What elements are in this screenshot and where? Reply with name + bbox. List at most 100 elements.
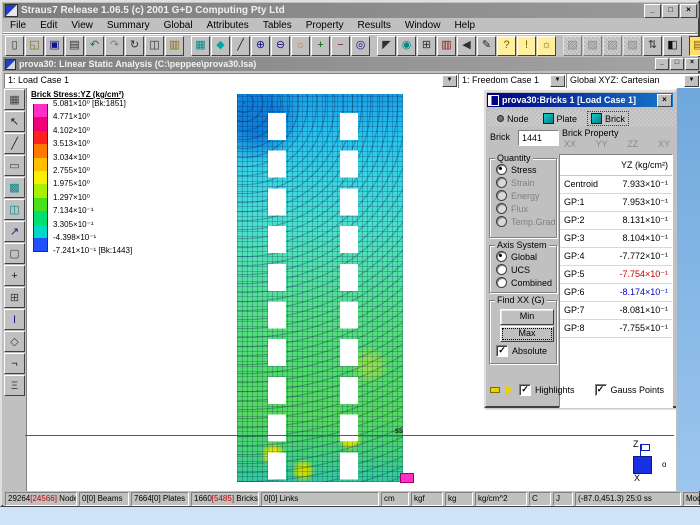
dynamic-view-icon[interactable]: ◀ (457, 36, 476, 56)
rotate-model-icon[interactable]: ◉ (397, 36, 416, 56)
bulb-icon[interactable]: ☼ (537, 36, 556, 56)
legend-value-label: 2.755×10⁰ (53, 166, 90, 176)
properties-tool[interactable]: ⊞ (4, 287, 25, 308)
result-axis-combo[interactable]: Global XYZ: Cartesian ▼ (566, 73, 700, 89)
attach-tool[interactable]: ↗ (4, 221, 25, 242)
line-tool[interactable]: ╱ (4, 133, 25, 154)
wireframe-view-icon[interactable]: ▦ (191, 36, 210, 56)
chevron-down-icon[interactable]: ▼ (442, 75, 457, 87)
print-icon[interactable]: ▤ (65, 36, 84, 56)
minimize-button[interactable]: _ (644, 4, 661, 18)
radio-stress[interactable]: Stress (490, 163, 556, 176)
redo-icon[interactable]: ↷ (105, 36, 124, 56)
pointer-tool[interactable]: ↖ (4, 111, 25, 132)
menu-summary[interactable]: Summary (100, 20, 157, 31)
radio-strain[interactable]: Strain (490, 176, 556, 189)
highlights-checkbox[interactable]: ✓ (519, 384, 531, 396)
legend-color-patch (33, 198, 48, 212)
plate-contour-icon[interactable]: ▧ (583, 36, 602, 56)
menu-results[interactable]: Results (351, 20, 398, 31)
status-suffix: Links (277, 494, 298, 503)
radio-tempgrad[interactable]: Temp.Grad (490, 215, 556, 228)
hint-icon[interactable]: ? (497, 36, 516, 56)
find-min-button[interactable]: Min (500, 309, 554, 325)
radio-ucs[interactable]: UCS (490, 263, 556, 276)
find-max-button[interactable]: Max (500, 326, 554, 342)
copy-icon[interactable]: ◫ (145, 36, 164, 56)
radio-flux[interactable]: Flux (490, 202, 556, 215)
refresh-icon[interactable]: ↻ (125, 36, 144, 56)
contrast-icon[interactable]: ◧ (663, 36, 682, 56)
close-button[interactable]: × (680, 4, 697, 18)
beam-section-tool[interactable]: Ξ (4, 375, 25, 396)
minimize-button[interactable]: _ (655, 58, 669, 70)
ucs-label: ss (395, 426, 403, 435)
menu-file[interactable]: File (3, 20, 33, 31)
gauss-points-checkbox[interactable]: ✓ (595, 384, 607, 396)
snap-grid-icon[interactable]: ⊞ (417, 36, 436, 56)
close-icon[interactable]: × (657, 94, 672, 107)
radio-energy[interactable]: Energy (490, 189, 556, 202)
clipboard-icon[interactable]: ▥ (165, 36, 184, 56)
brick-number-input[interactable]: 1441 (518, 130, 559, 146)
chevron-down-icon[interactable]: ▼ (550, 75, 565, 87)
status-cell: cm (381, 492, 409, 506)
remove-icon[interactable]: − (331, 36, 350, 56)
menu-help[interactable]: Help (447, 20, 482, 31)
section-view-icon[interactable]: ▥ (437, 36, 456, 56)
close-button[interactable]: × (685, 58, 699, 70)
rectangle-tool[interactable]: ▭ (4, 155, 25, 176)
radio-combined[interactable]: Combined (490, 276, 556, 289)
displacement-scale-icon[interactable]: ⇅ (643, 36, 662, 56)
text-tool[interactable]: I (4, 309, 25, 330)
menu-edit[interactable]: Edit (33, 20, 64, 31)
menu-attributes[interactable]: Attributes (200, 20, 256, 31)
tab-label: Plate (557, 114, 578, 124)
new-file-icon[interactable]: ▯ (5, 36, 24, 56)
brick-tool[interactable]: ▩ (4, 177, 25, 198)
vector-plot-icon[interactable]: ▧ (623, 36, 642, 56)
tab-brick[interactable]: Brick (588, 112, 628, 125)
beam-contour-icon[interactable]: ▨ (563, 36, 582, 56)
axis-system-group-label: Axis System (495, 240, 549, 250)
menu-view[interactable]: View (64, 20, 100, 31)
element-line-icon[interactable]: ╱ (231, 36, 250, 56)
zoom-window-icon[interactable]: ⊕ (251, 36, 270, 56)
shade-icon[interactable]: ☼ (291, 36, 310, 56)
chevron-down-icon[interactable]: ▼ (684, 75, 699, 87)
radio-global[interactable]: Global (490, 250, 556, 263)
flash-icon[interactable]: ! (517, 36, 536, 56)
menu-bar: FileEditViewSummaryGlobalAttributesTable… (3, 19, 695, 33)
zoom-extents-icon[interactable]: ◎ (351, 36, 370, 56)
add-node-tool[interactable]: + (4, 265, 25, 286)
maximize-button[interactable]: □ (670, 58, 684, 70)
menu-property[interactable]: Property (299, 20, 351, 31)
model-canvas[interactable]: ▦↖╱▭▩◫↗▢+⊞I◇¬Ξ Brick Stress:YZ (kg/cm²) … (3, 88, 676, 491)
plate-icon (543, 113, 554, 124)
save-icon[interactable]: ▣ (45, 36, 64, 56)
maximize-button[interactable]: □ (662, 4, 679, 18)
peek-tool-icon[interactable]: ▤ (689, 36, 700, 56)
select-pointer-icon[interactable]: ◤ (377, 36, 396, 56)
display-grid-tool[interactable]: ▦ (4, 89, 25, 110)
contour-model[interactable] (237, 94, 403, 482)
load-case-combo[interactable]: 1: Load Case 1 ▼ (4, 73, 459, 89)
menu-global[interactable]: Global (157, 20, 200, 31)
tab-node[interactable]: Node (494, 113, 532, 125)
corner-tool[interactable]: ¬ (4, 353, 25, 374)
open-file-icon[interactable]: ◱ (25, 36, 44, 56)
absolute-checkbox[interactable]: ✓ (496, 345, 508, 357)
freedom-case-combo[interactable]: 1: Freedom Case 1 ▼ (458, 73, 567, 89)
undo-icon[interactable]: ↶ (85, 36, 104, 56)
zoom-out-icon[interactable]: ⊖ (271, 36, 290, 56)
menu-tables[interactable]: Tables (256, 20, 299, 31)
brick-contour-icon[interactable]: ▨ (603, 36, 622, 56)
link-tool[interactable]: ◫ (4, 199, 25, 220)
menu-window[interactable]: Window (398, 20, 448, 31)
tab-plate[interactable]: Plate (540, 112, 581, 125)
select-box-tool[interactable]: ▢ (4, 243, 25, 264)
move-tool[interactable]: ◇ (4, 331, 25, 352)
solid-view-icon[interactable]: ◆ (211, 36, 230, 56)
add-icon[interactable]: + (311, 36, 330, 56)
pencil-edit-icon[interactable]: ✎ (477, 36, 496, 56)
